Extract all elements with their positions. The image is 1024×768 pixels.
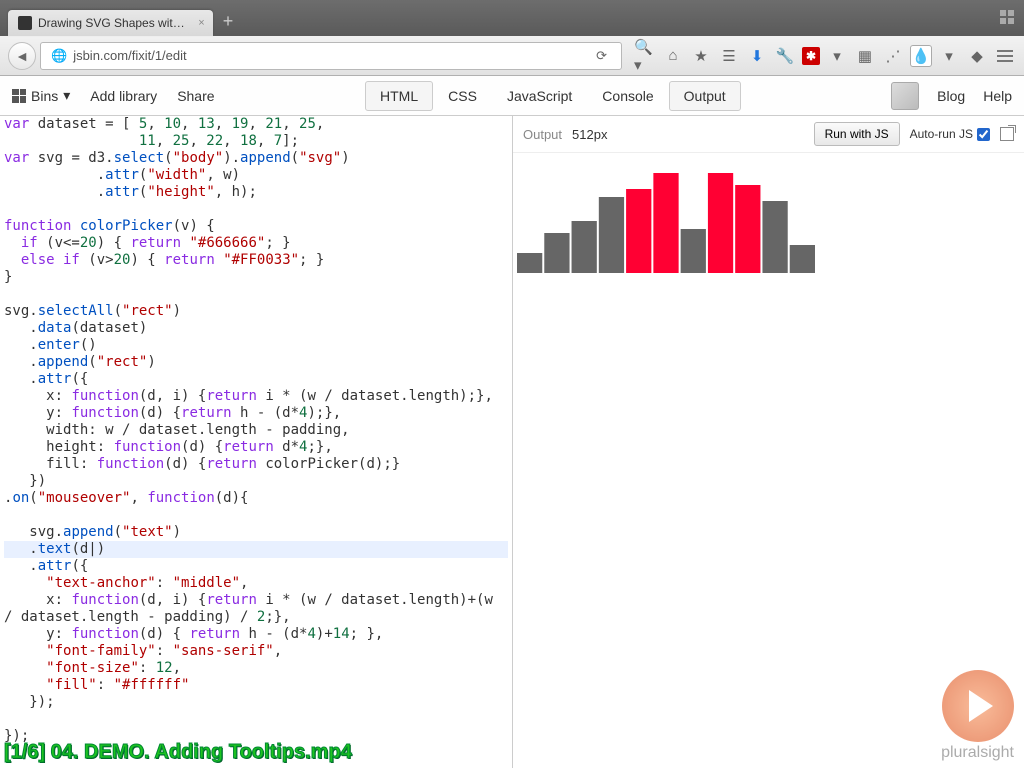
close-tab-icon[interactable]: ×: [198, 17, 204, 29]
star-icon[interactable]: ★: [690, 45, 712, 67]
tab-css[interactable]: CSS: [433, 81, 492, 111]
pluralsight-badge: pluralsight: [941, 670, 1014, 762]
help-link[interactable]: Help: [983, 88, 1012, 104]
popout-icon[interactable]: [1000, 127, 1014, 141]
window-grid-icon[interactable]: [1000, 10, 1014, 24]
download-icon[interactable]: ⬇: [746, 45, 768, 67]
clipboard-icon[interactable]: ▦: [854, 45, 876, 67]
bins-menu[interactable]: Bins ▾: [12, 87, 70, 104]
extension-icon[interactable]: ✱: [802, 47, 820, 65]
favicon: [18, 16, 32, 30]
tab-output[interactable]: Output: [669, 81, 741, 111]
auto-run-toggle[interactable]: Auto-run JS: [910, 127, 990, 141]
search-icon[interactable]: 🔍▾: [634, 45, 656, 67]
avatar[interactable]: [891, 82, 919, 110]
jsbin-toolbar: Bins ▾ Add library Share HTML CSS JavaSc…: [0, 76, 1024, 116]
panel-tabs: HTML CSS JavaScript Console Output: [365, 81, 741, 111]
list-icon[interactable]: ☰: [718, 45, 740, 67]
main-area: var dataset = [ 5, 10, 13, 19, 21, 25, 1…: [0, 116, 1024, 768]
tab-html[interactable]: HTML: [365, 81, 433, 111]
bins-label: Bins: [31, 88, 58, 104]
url-toolbar: ◄ 🌐 jsbin.com/fixit/1/edit ⟳ 🔍▾ ⌂ ★ ☰ ⬇ …: [0, 36, 1024, 76]
code-editor[interactable]: var dataset = [ 5, 10, 13, 19, 21, 25, 1…: [0, 116, 512, 768]
menu-icon[interactable]: [994, 45, 1016, 67]
output-label: Output: [523, 127, 562, 142]
bins-icon: [12, 89, 26, 103]
blog-link[interactable]: Blog: [937, 88, 965, 104]
share-link[interactable]: Share: [177, 88, 214, 104]
rss-icon[interactable]: ⋰: [882, 45, 904, 67]
settings-icon[interactable]: ◆: [966, 45, 988, 67]
url-text: jsbin.com/fixit/1/edit: [73, 48, 186, 63]
browser-tab-active[interactable]: Drawing SVG Shapes wit… ×: [8, 10, 213, 36]
browser-tab-strip: Drawing SVG Shapes wit… × +: [0, 0, 1024, 36]
video-caption: [1/6] 04. DEMO. Adding Tooltips.mp4: [4, 741, 352, 764]
home-icon[interactable]: ⌂: [662, 45, 684, 67]
tab-console[interactable]: Console: [587, 81, 668, 111]
globe-icon: 🌐: [51, 48, 67, 64]
auto-run-checkbox[interactable]: [977, 128, 990, 141]
output-header: Output 512px Run with JS Auto-run JS: [513, 116, 1024, 153]
extension-icon-2[interactable]: ▾: [826, 45, 848, 67]
new-tab-button[interactable]: +: [213, 7, 244, 36]
wrench-icon[interactable]: 🔧: [774, 45, 796, 67]
pluralsight-label: pluralsight: [941, 744, 1014, 762]
browser-extensions: 🔍▾ ⌂ ★ ☰ ⬇ 🔧 ✱ ▾ ▦ ⋰ 💧 ▾ ◆: [634, 45, 1016, 67]
chevron-down-icon: ▾: [63, 87, 70, 104]
tab-javascript[interactable]: JavaScript: [492, 81, 587, 111]
reload-icon[interactable]: ⟳: [596, 48, 611, 64]
extension-icon-3[interactable]: ▾: [938, 45, 960, 67]
play-icon[interactable]: [942, 670, 1014, 742]
chart-output: [513, 153, 1024, 273]
auto-run-label: Auto-run JS: [910, 127, 973, 141]
bar-chart: [517, 173, 817, 273]
back-button[interactable]: ◄: [8, 42, 36, 70]
add-library-link[interactable]: Add library: [90, 88, 157, 104]
url-input[interactable]: 🌐 jsbin.com/fixit/1/edit ⟳: [40, 42, 622, 70]
run-with-js-button[interactable]: Run with JS: [814, 122, 900, 146]
color-picker-icon[interactable]: 💧: [910, 45, 932, 67]
output-dimensions: 512px: [572, 127, 607, 142]
tab-title: Drawing SVG Shapes wit…: [38, 16, 185, 30]
